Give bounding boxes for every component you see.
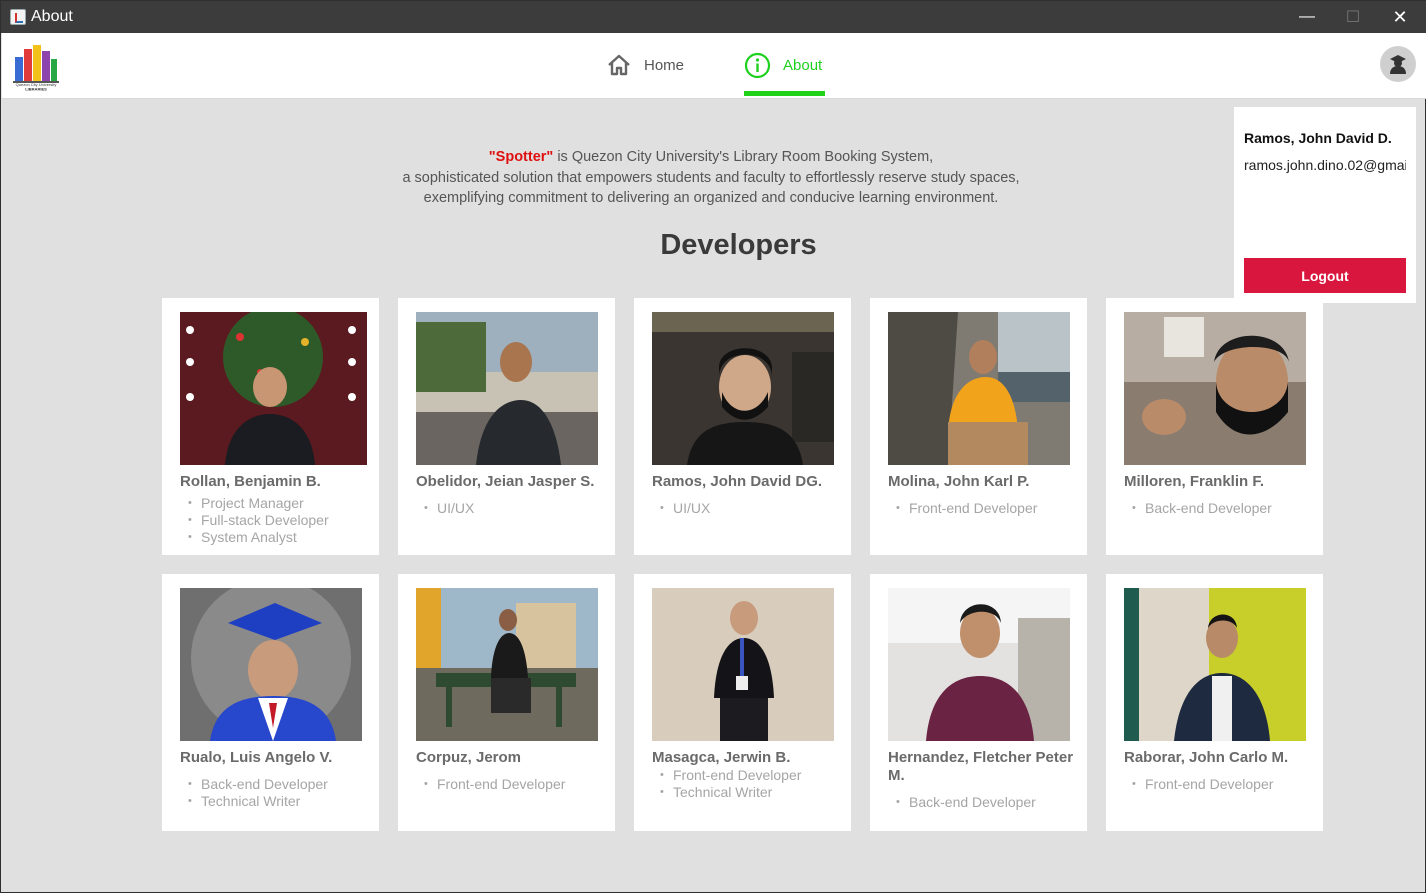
developer-roles: UI/UX: [424, 500, 474, 517]
developer-role: Full-stack Developer: [188, 512, 329, 529]
developer-card: Milloren, Franklin F. Back-end Developer: [1106, 298, 1323, 555]
developer-role: Front-end Developer: [660, 767, 801, 784]
developer-roles: Front-end Developer: [896, 500, 1037, 517]
developer-card: Hernandez, Fletcher Peter M. Back-end De…: [870, 574, 1087, 831]
maximize-button[interactable]: ☐: [1330, 1, 1376, 33]
intro-line-3: exemplifying commitment to delivering an…: [423, 190, 999, 206]
java-app-icon: [10, 9, 26, 25]
library-logo-icon: Quezon City University LIBRARIES: [13, 45, 59, 92]
developer-role: Project Manager: [188, 495, 329, 512]
developer-photo: [888, 588, 1070, 741]
minimize-button[interactable]: —: [1284, 1, 1330, 33]
developer-photo: [416, 312, 598, 465]
app-window: About — ☐ ✕ Quezon City University LIBRA…: [0, 0, 1426, 893]
developer-photo: [416, 588, 598, 741]
intro-line-2: a sophisticated solution that empowers s…: [402, 169, 1020, 186]
svg-text:LIBRARIES: LIBRARIES: [25, 87, 47, 92]
developer-card: Rollan, Benjamin B. Project Manager Full…: [162, 298, 379, 555]
developer-role: Back-end Developer: [896, 794, 1036, 811]
developer-roles: Back-end Developer: [896, 794, 1036, 811]
developer-roles: Back-end Developer: [1132, 500, 1272, 517]
developer-card: Raborar, John Carlo M. Front-end Develop…: [1106, 574, 1323, 831]
developer-role: Front-end Developer: [1132, 776, 1273, 793]
developer-card: Obelidor, Jeian Jasper S. UI/UX: [398, 298, 615, 555]
developer-photo: [1124, 588, 1306, 741]
developer-name: Rualo, Luis Angelo V.: [180, 749, 333, 766]
developer-name: Obelidor, Jeian Jasper S.: [416, 473, 595, 490]
developer-photo: [1124, 312, 1306, 465]
developer-name: Rollan, Benjamin B.: [180, 473, 321, 490]
info-icon: [744, 52, 771, 79]
developer-name: Raborar, John Carlo M.: [1124, 749, 1289, 766]
developer-card: Corpuz, Jerom Front-end Developer: [398, 574, 615, 831]
developer-name: Ramos, John David DG.: [652, 473, 823, 490]
nav-home-label: Home: [644, 56, 685, 74]
developer-role: UI/UX: [424, 500, 474, 517]
developer-roles: UI/UX: [660, 500, 710, 517]
title-bar: About — ☐ ✕: [1, 1, 1426, 33]
developer-role: Back-end Developer: [1132, 500, 1272, 517]
developer-name: Molina, John Karl P.: [888, 473, 1030, 490]
developer-card: Molina, John Karl P. Front-end Developer: [870, 298, 1087, 555]
developer-roles: Front-end Developer: [424, 776, 565, 793]
user-menu-popup: Ramos, John David D. ramos.john.dino.02@…: [1234, 107, 1416, 303]
developer-name: Milloren, Franklin F.: [1124, 473, 1265, 490]
developer-role: Technical Writer: [188, 793, 328, 810]
developer-name: Corpuz, Jerom: [416, 749, 522, 766]
developer-photo: [652, 312, 834, 465]
developer-role: Technical Writer: [660, 784, 801, 801]
close-button[interactable]: ✕: [1377, 1, 1423, 33]
navbar: Quezon City University LIBRARIES Home Ab…: [2, 33, 1426, 99]
about-description: "Spotter" is Quezon City University's Li…: [301, 147, 1121, 209]
developer-name: Masagca, Jerwin B.: [652, 749, 791, 766]
developer-photo: [888, 312, 1070, 465]
logout-button[interactable]: Logout: [1244, 258, 1406, 293]
developers-heading: Developers: [660, 229, 817, 261]
developer-photo: [180, 588, 362, 741]
home-icon: [606, 53, 632, 77]
window-title: About: [31, 8, 73, 25]
intro-line-1: is Quezon City University's Library Room…: [553, 149, 934, 165]
developer-role: Front-end Developer: [424, 776, 565, 793]
developer-role: System Analyst: [188, 529, 329, 546]
developer-name: Hernandez, Fletcher Peter M.: [888, 749, 1074, 784]
developer-card: Ramos, John David DG. UI/UX: [634, 298, 851, 555]
developer-photo: [652, 588, 834, 741]
nav-about[interactable]: About: [744, 33, 822, 97]
developer-photo: [180, 312, 367, 465]
developer-card: Masagca, Jerwin B. Front-end Developer T…: [634, 574, 851, 831]
developer-card: Rualo, Luis Angelo V. Back-end Developer…: [162, 574, 379, 831]
developer-roles: Front-end Developer Technical Writer: [660, 767, 801, 801]
user-avatar-button[interactable]: [1380, 46, 1416, 82]
developer-roles: Front-end Developer: [1132, 776, 1273, 793]
developer-roles: Project Manager Full-stack Developer Sys…: [188, 495, 329, 546]
developer-roles: Back-end Developer Technical Writer: [188, 776, 328, 810]
user-email: ramos.john.dino.02@gmail.com: [1244, 157, 1406, 173]
nav-about-label: About: [783, 56, 823, 74]
brand-name: "Spotter": [488, 149, 554, 165]
developer-role: Back-end Developer: [188, 776, 328, 793]
nav-home[interactable]: Home: [606, 33, 684, 97]
student-avatar-icon: [1390, 55, 1406, 74]
developer-role: UI/UX: [660, 500, 710, 517]
qcu-libraries-logo[interactable]: Quezon City University LIBRARIES: [11, 43, 61, 92]
active-tab-indicator: [744, 91, 825, 96]
developer-role: Front-end Developer: [896, 500, 1037, 517]
user-name: Ramos, John David D.: [1244, 130, 1392, 146]
